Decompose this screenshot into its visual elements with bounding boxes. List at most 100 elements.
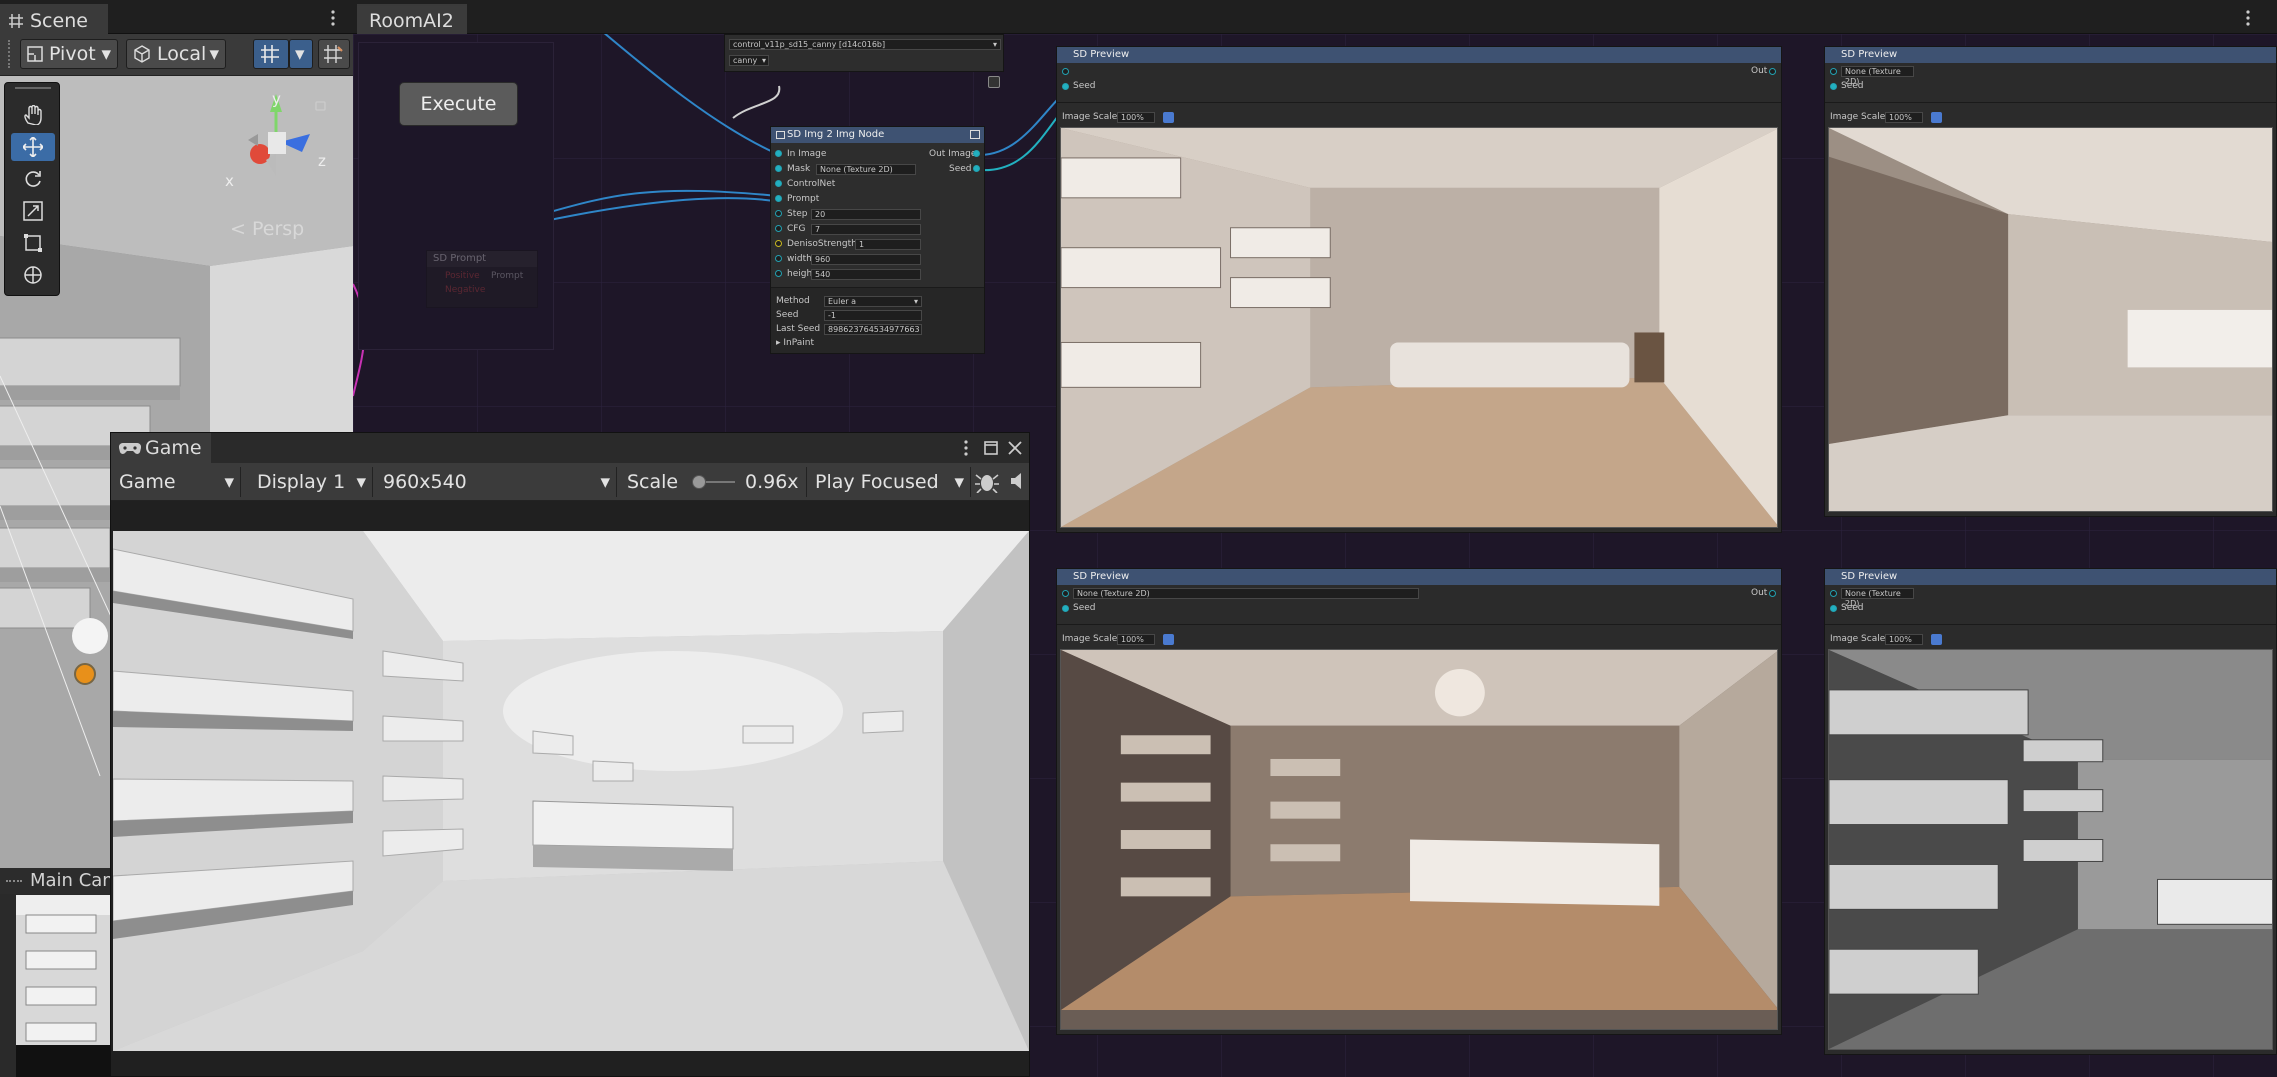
param-field[interactable]: 960 <box>811 254 921 265</box>
sd-preview-node[interactable]: SD Preview None (Texture 2D) Seed Image Sca… <box>1824 46 2277 517</box>
sd-preview-node[interactable]: SD Preview None (Texture 2D) Seed Image Sca… <box>1824 568 2277 1055</box>
rotate-tool-button[interactable] <box>11 165 55 193</box>
out-port[interactable] <box>1769 590 1776 597</box>
hand-tool-button[interactable] <box>11 101 55 129</box>
game-view-dropdown[interactable]: Game ▾ <box>113 467 241 497</box>
image-scale-dropdown[interactable]: 100% <box>1885 634 1923 645</box>
sd-img2img-node[interactable]: SD Img 2 Img Node Method Euler a ▾ Seed … <box>770 126 985 354</box>
seed-label: Seed <box>1841 603 1864 613</box>
method-value: Euler a <box>828 297 857 306</box>
game-viewport[interactable] <box>113 531 1029 1051</box>
sd-prompt-node[interactable]: SD Prompt Positive Negative Prompt <box>426 250 538 308</box>
transform-tool-button[interactable] <box>11 261 55 289</box>
main-camera-label: Main Cam <box>30 870 120 891</box>
seed-port[interactable] <box>1062 605 1069 612</box>
seed-port[interactable] <box>1830 83 1837 90</box>
resolution-dropdown[interactable]: 960x540 ▾ <box>377 467 617 497</box>
input-port[interactable] <box>775 195 782 202</box>
param-value: 7 <box>815 225 821 234</box>
texture-input-field[interactable]: None (Texture 2D) <box>1841 66 1914 86</box>
controlnet-preprocessor-dropdown[interactable]: canny ▾ <box>729 55 769 66</box>
param-field[interactable]: 540 <box>811 269 921 280</box>
node-collapse-icon[interactable] <box>970 130 980 139</box>
param-port[interactable] <box>775 225 782 232</box>
rect-tool-button[interactable] <box>11 229 55 257</box>
sd-preview-node[interactable]: SD Preview None (Texture 2D) Seed Out Image … <box>1056 568 1782 1035</box>
close-icon[interactable] <box>1008 441 1022 455</box>
input-port[interactable] <box>1062 590 1069 597</box>
increment-snap-button[interactable] <box>318 39 350 69</box>
param-field[interactable]: 20 <box>811 209 921 220</box>
local-dropdown[interactable]: Local ▾ <box>126 39 226 69</box>
scale-tool-button[interactable] <box>11 197 55 225</box>
display-dropdown[interactable]: Display 1 ▾ <box>251 467 373 497</box>
param-port[interactable] <box>775 240 782 247</box>
image-scale-dropdown[interactable]: 100% <box>1885 112 1923 123</box>
play-mode-value: Play Focused <box>815 471 939 493</box>
sd-prompt-title: SD Prompt <box>427 251 537 267</box>
tab-roomai2[interactable]: RoomAI2 <box>357 4 467 34</box>
param-port[interactable] <box>775 255 782 262</box>
param-port[interactable] <box>775 270 782 277</box>
input-port[interactable] <box>1830 590 1837 597</box>
param-value: 1 <box>859 240 865 249</box>
input-port[interactable] <box>1830 68 1837 75</box>
seed-port[interactable] <box>1830 605 1837 612</box>
preview-image <box>1828 649 2273 1050</box>
tab-game[interactable]: Game <box>111 433 211 463</box>
param-value: 960 <box>815 255 831 264</box>
output-port[interactable] <box>973 165 980 172</box>
seed-field[interactable]: -1 <box>824 310 922 321</box>
input-port[interactable] <box>1062 68 1069 75</box>
preview-divider <box>1825 624 2276 625</box>
param-port[interactable] <box>775 210 782 217</box>
mask-texture-field[interactable]: None (Texture 2D) <box>816 164 916 175</box>
param-field[interactable]: 1 <box>855 239 921 250</box>
controlnet-settings-icon[interactable] <box>988 76 1000 88</box>
save-icon[interactable] <box>1931 634 1942 645</box>
maximize-icon[interactable] <box>984 441 998 455</box>
save-icon[interactable] <box>1163 634 1174 645</box>
controlnet-model-dropdown[interactable]: control_v11p_sd15_canny [d14c016b] ▾ <box>729 39 1001 50</box>
input-port[interactable] <box>775 180 782 187</box>
preview-divider <box>1057 102 1781 103</box>
save-icon[interactable] <box>1163 112 1174 123</box>
output-port[interactable] <box>973 150 980 157</box>
scale-icon <box>23 201 43 221</box>
out-port[interactable] <box>1769 68 1776 75</box>
persp-toggle[interactable]: < Persp <box>230 218 304 240</box>
tab-scene[interactable]: Scene <box>0 4 108 34</box>
grid-snap-dropdown[interactable]: ▾ <box>289 39 313 69</box>
texture-input-field[interactable]: None (Texture 2D) <box>1841 588 1914 608</box>
inpaint-foldout[interactable]: ▸ InPaint <box>776 336 814 350</box>
controlnet-model-value: control_v11p_sd15_canny [d14c016b] <box>733 40 886 49</box>
game-more-icon[interactable] <box>963 440 969 456</box>
param-value: 540 <box>815 270 831 279</box>
scene-gizmo[interactable]: y z x <box>190 80 326 190</box>
audio-icon[interactable] <box>1011 473 1025 489</box>
method-dropdown[interactable]: Euler a ▾ <box>824 296 922 307</box>
save-icon[interactable] <box>1931 112 1942 123</box>
image-scale-dropdown[interactable]: 100% <box>1117 112 1155 123</box>
chevron-down-icon: ▾ <box>356 471 366 493</box>
preview-image <box>1060 127 1778 528</box>
pivot-dropdown[interactable]: Pivot ▾ <box>20 39 118 69</box>
param-field[interactable]: 7 <box>811 224 921 235</box>
input-port[interactable] <box>775 150 782 157</box>
texture-input-field[interactable]: None (Texture 2D) <box>1073 588 1419 599</box>
execute-button[interactable]: Execute <box>399 82 518 126</box>
chevron-down-icon: ▾ <box>295 43 305 65</box>
out-label: Out <box>1751 66 1768 76</box>
grid-snapping-button[interactable] <box>253 39 289 69</box>
persp-label: Persp <box>251 218 305 240</box>
scale-slider-thumb[interactable] <box>692 475 706 489</box>
image-scale-dropdown[interactable]: 100% <box>1117 634 1155 645</box>
sd-preview-node[interactable]: SD Preview Seed Out Image Scale 100% <box>1056 46 1782 533</box>
scene-more-icon[interactable] <box>330 10 336 26</box>
input-port[interactable] <box>775 165 782 172</box>
play-mode-dropdown[interactable]: Play Focused ▾ <box>809 467 971 497</box>
graph-more-icon[interactable] <box>2245 10 2251 26</box>
bug-icon[interactable] <box>975 471 999 493</box>
move-tool-button[interactable] <box>11 133 55 161</box>
seed-port[interactable] <box>1062 83 1069 90</box>
